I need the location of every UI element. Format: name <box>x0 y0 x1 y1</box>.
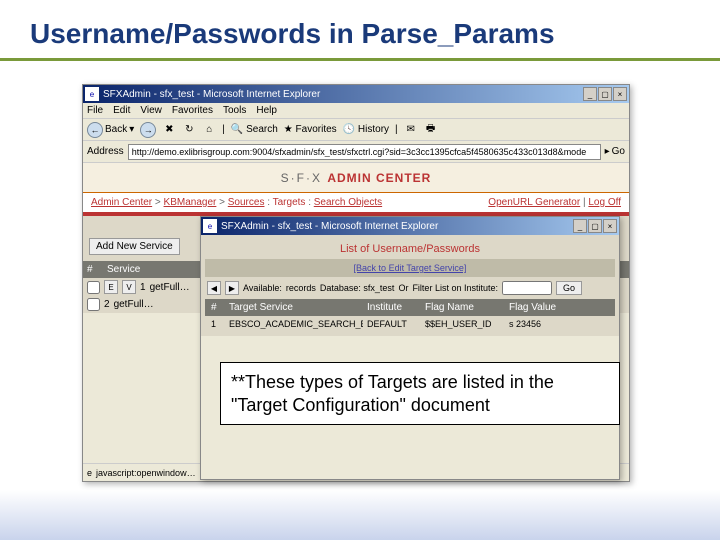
bc-kbmanager[interactable]: KBManager <box>164 197 217 208</box>
row-service: getFull… <box>150 282 190 293</box>
row-checkbox[interactable] <box>87 281 100 294</box>
window-title: SFXAdmin - sfx_test - Microsoft Internet… <box>221 221 573 232</box>
footer-gradient <box>0 490 720 540</box>
row-service: getFull… <box>114 299 154 310</box>
or-label: Or <box>398 283 408 293</box>
minimize-button[interactable]: _ <box>583 87 597 101</box>
sfx-header: S·F·X ADMIN CENTER <box>83 163 629 193</box>
view-icon[interactable]: V <box>122 280 136 294</box>
toolbar: ← Back ▾ → ✖ ↻ ⌂ | 🔍 Search ★ Favorites … <box>83 119 629 141</box>
sfx-logo-icon: S·F·X <box>281 171 322 185</box>
back-button[interactable]: ← Back ▾ <box>87 122 134 138</box>
cell-num: 1 <box>207 319 225 329</box>
print-icon[interactable]: 🖶 <box>424 123 438 137</box>
go-button[interactable]: Go <box>556 281 582 295</box>
maximize-button[interactable]: ▢ <box>598 87 612 101</box>
back-link-row: [Back to Edit Target Service] <box>205 259 615 277</box>
mail-icon[interactable]: ✉ <box>404 123 418 137</box>
ie-icon: e <box>85 87 99 101</box>
history-button[interactable]: 🕓 History <box>343 124 389 135</box>
filter-input[interactable] <box>502 281 552 295</box>
openurl-link[interactable]: OpenURL Generator <box>488 197 580 208</box>
refresh-icon[interactable]: ↻ <box>182 123 196 137</box>
menu-favorites[interactable]: Favorites <box>172 105 213 116</box>
menu-help[interactable]: Help <box>256 105 277 116</box>
available-label: Available: <box>243 283 282 293</box>
close-button[interactable]: × <box>603 219 617 233</box>
stop-icon[interactable]: ✖ <box>162 123 176 137</box>
home-icon[interactable]: ⌂ <box>202 123 216 137</box>
table-header: # Target Service Institute Flag Name Fla… <box>205 299 615 316</box>
menu-view[interactable]: View <box>140 105 162 116</box>
th-num: # <box>207 302 225 313</box>
address-input[interactable] <box>128 144 601 160</box>
slide-title: Username/Passwords in Parse_Params <box>0 0 720 61</box>
th-flag-value: Flag Value <box>505 302 575 313</box>
maximize-button[interactable]: ▢ <box>588 219 602 233</box>
add-new-service-button[interactable]: Add New Service <box>89 238 180 255</box>
bc-admin-center[interactable]: Admin Center <box>91 197 152 208</box>
table-row: 1 EBSCO_ACADEMIC_SEARCH_ELITE getFull… D… <box>205 316 615 332</box>
logoff-link[interactable]: Log Off <box>588 197 621 208</box>
breadcrumb: Admin Center > KBManager > Sources : Tar… <box>83 193 629 212</box>
ie-icon: e <box>203 219 217 233</box>
search-button[interactable]: 🔍 Search <box>231 124 278 135</box>
database-label: Database: sfx_test <box>320 283 395 293</box>
back-arrow-icon: ← <box>87 122 103 138</box>
row-num: 2 <box>104 299 110 310</box>
filter-label: Filter List on Institute: <box>412 283 498 293</box>
close-button[interactable]: × <box>613 87 627 101</box>
bc-targets: Targets <box>273 197 306 208</box>
status-text: javascript:openwindow… <box>96 468 196 478</box>
note-box: **These types of Targets are listed in t… <box>220 362 620 425</box>
list-title: List of Username/Passwords <box>205 239 615 259</box>
cell-target-service: EBSCO_ACADEMIC_SEARCH_ELITE getFull… <box>225 319 363 329</box>
th-flag-name: Flag Name <box>421 302 505 313</box>
back-link[interactable]: [Back to Edit Target Service] <box>354 263 467 273</box>
titlebar: e SFXAdmin - sfx_test - Microsoft Intern… <box>83 85 629 103</box>
records-label: records <box>286 283 316 293</box>
bc-sources[interactable]: Sources <box>228 197 265 208</box>
th-institute: Institute <box>363 302 421 313</box>
titlebar: e SFXAdmin - sfx_test - Microsoft Intern… <box>201 217 619 235</box>
window-title: SFXAdmin - sfx_test - Microsoft Internet… <box>103 89 583 100</box>
minimize-button[interactable]: _ <box>573 219 587 233</box>
row-checkbox[interactable] <box>87 298 100 311</box>
edit-icon[interactable]: E <box>104 280 118 294</box>
forward-button[interactable]: → <box>140 122 156 138</box>
prev-icon[interactable]: ◀ <box>207 281 221 295</box>
dropdown-icon: ▾ <box>129 124 134 135</box>
row-num: 1 <box>140 282 146 293</box>
th-num: # <box>87 264 107 275</box>
address-label: Address <box>87 146 124 157</box>
menu-edit[interactable]: Edit <box>113 105 130 116</box>
menubar: File Edit View Favorites Tools Help <box>83 103 629 119</box>
addressbar: Address ▸ Go <box>83 141 629 163</box>
cell-flag-name: $$EH_USER_ID <box>421 319 505 329</box>
filter-row: ◀ ▶ Available: records Database: sfx_tes… <box>205 277 615 299</box>
go-button[interactable]: ▸ Go <box>605 146 625 157</box>
favorites-button[interactable]: ★ Favorites <box>284 124 337 135</box>
menu-file[interactable]: File <box>87 105 103 116</box>
browser-window-2: e SFXAdmin - sfx_test - Microsoft Intern… <box>200 216 620 480</box>
cell-flag-value: s 23456 <box>505 319 575 329</box>
cell-institute: DEFAULT <box>363 319 421 329</box>
menu-tools[interactable]: Tools <box>223 105 246 116</box>
next-icon[interactable]: ▶ <box>225 281 239 295</box>
admin-center-label: ADMIN CENTER <box>327 171 431 185</box>
bc-search-objects[interactable]: Search Objects <box>314 197 382 208</box>
th-target-service: Target Service <box>225 302 363 313</box>
ie-icon: e <box>87 468 92 478</box>
